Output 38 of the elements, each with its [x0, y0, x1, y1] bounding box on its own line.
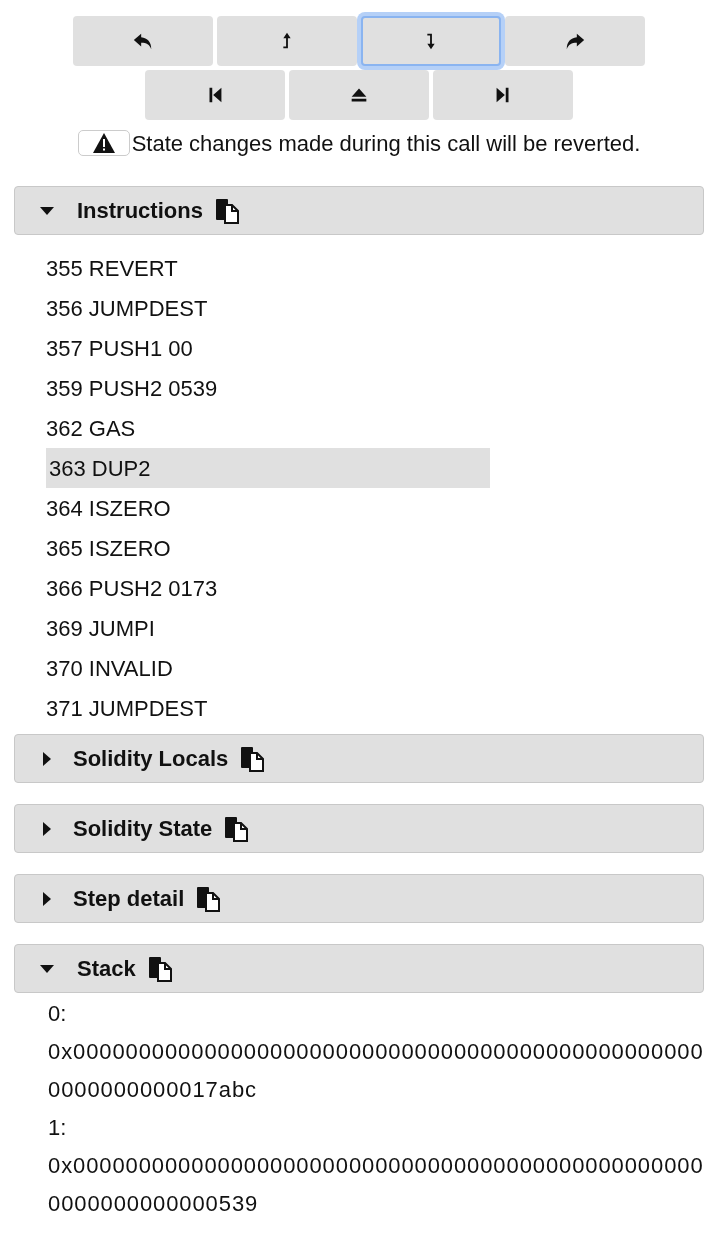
instruction-row[interactable]: 371 JUMPDEST — [46, 688, 490, 728]
stack-value: 0x0000000000000000000000000000000000000000000000000000000000000539 — [48, 1152, 704, 1218]
warning-icon — [92, 133, 115, 153]
instruction-row[interactable]: 364 ISZERO — [46, 488, 490, 528]
caret-right-icon[interactable] — [42, 890, 52, 907]
section-title: Solidity Locals — [73, 745, 229, 773]
caret-down-icon[interactable] — [39, 963, 55, 974]
instruction-row[interactable]: 370 INVALID — [46, 648, 490, 688]
stack-index: 1: — [48, 1114, 68, 1142]
stack-index: 0: — [48, 1000, 68, 1028]
instruction-row[interactable]: 365 ISZERO — [46, 528, 490, 568]
stack-value: 0x0000000000000000000000000000000000000000000000000000000000017abc — [48, 1038, 704, 1104]
section-header[interactable]: Solidity Locals — [14, 734, 704, 783]
caret-down-icon[interactable] — [39, 205, 55, 216]
copy-icon[interactable] — [240, 745, 265, 772]
instruction-row[interactable]: 359 PUSH2 0539 — [46, 368, 490, 408]
section-header[interactable]: Instructions — [14, 186, 704, 235]
caret-right-icon[interactable] — [42, 820, 52, 837]
instruction-row[interactable]: 356 JUMPDEST — [46, 288, 490, 328]
instruction-row[interactable]: 363 DUP2 — [46, 448, 490, 488]
copy-icon[interactable] — [147, 955, 172, 982]
section-title: Solidity State — [73, 815, 213, 843]
instruction-row[interactable]: 369 JUMPI — [46, 608, 490, 648]
instruction-row[interactable]: 357 PUSH1 00 — [46, 328, 490, 368]
instruction-row[interactable]: 355 REVERT — [46, 248, 490, 288]
copy-icon[interactable] — [196, 885, 221, 912]
caret-right-icon[interactable] — [42, 750, 52, 767]
section-header[interactable]: Solidity State — [14, 804, 704, 853]
instruction-row[interactable]: 362 GAS — [46, 408, 490, 448]
section-header[interactable]: Stack — [14, 944, 704, 993]
section-title: Step detail — [73, 885, 185, 913]
section-title: Stack — [77, 955, 136, 983]
warning-text: State changes made during this call will be reverted. — [131, 129, 641, 158]
instruction-row[interactable]: 366 PUSH2 0173 — [46, 568, 490, 608]
copy-icon[interactable] — [224, 815, 249, 842]
section-header[interactable]: Step detail — [14, 874, 704, 923]
section-title: Instructions — [77, 197, 203, 225]
copy-icon[interactable] — [214, 197, 239, 224]
